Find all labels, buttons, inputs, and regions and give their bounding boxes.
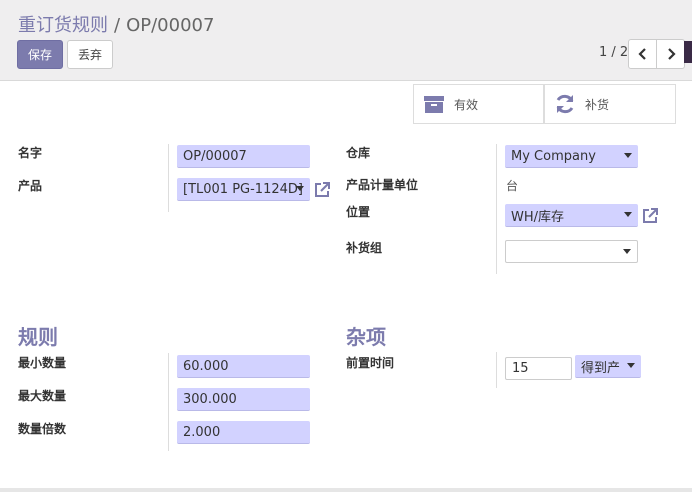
field-divider — [496, 352, 497, 388]
replenishment-group-label: 补货组 — [346, 241, 383, 255]
product-value: [TL001 PG-1124D] — [183, 181, 303, 197]
location-select[interactable]: WH/库存 — [505, 204, 638, 227]
breadcrumb-separator: / — [114, 15, 121, 36]
caret-down-icon — [624, 153, 632, 158]
sheet-bottom-divider — [0, 488, 692, 492]
external-link-icon[interactable] — [313, 181, 331, 199]
max-qty-field[interactable]: 300.000 — [177, 388, 310, 411]
uom-label: 产品计量单位 — [346, 178, 419, 192]
caret-down-icon — [627, 363, 635, 368]
form-sheet — [0, 80, 692, 490]
lead-type-select[interactable]: 得到产 — [575, 355, 641, 378]
replenish-label: 补货 — [585, 97, 610, 112]
field-divider — [496, 144, 497, 274]
caret-down-icon — [623, 249, 631, 254]
location-value: WH/库存 — [511, 209, 565, 225]
misc-section-title: 杂项 — [346, 325, 386, 349]
warehouse-select[interactable]: My Company — [505, 145, 638, 168]
replenishment-group-select[interactable] — [505, 240, 638, 263]
replenish-button[interactable]: 补货 — [544, 84, 676, 124]
caret-down-icon — [624, 212, 632, 217]
chevron-left-icon — [637, 48, 646, 60]
warehouse-label: 仓库 — [346, 146, 371, 160]
breadcrumb-parent-link[interactable]: 重订货规则 — [18, 15, 108, 36]
external-link-icon[interactable] — [641, 207, 659, 225]
qty-multiple-field[interactable]: 2.000 — [177, 421, 310, 444]
save-button[interactable]: 保存 — [17, 40, 63, 69]
warehouse-value: My Company — [511, 148, 596, 164]
pager-value: 1 / 2 — [599, 45, 629, 60]
name-label: 名字 — [18, 146, 43, 160]
discard-button[interactable]: 丢弃 — [67, 40, 113, 69]
chevron-right-icon — [667, 48, 676, 60]
max-qty-label: 最大数量 — [18, 389, 67, 403]
pager-previous-button[interactable] — [628, 39, 657, 69]
refresh-icon — [545, 85, 585, 123]
name-field[interactable]: OP/00007 — [177, 145, 310, 168]
product-label: 产品 — [18, 179, 43, 193]
lead-days-field[interactable]: 15 — [505, 357, 572, 380]
lead-time-label: 前置时间 — [346, 356, 395, 370]
min-qty-label: 最小数量 — [18, 356, 67, 370]
active-label: 有效 — [454, 97, 479, 112]
uom-value: 台 — [506, 179, 519, 193]
breadcrumb-current: OP/00007 — [126, 15, 215, 36]
location-label: 位置 — [346, 205, 371, 219]
field-divider — [168, 144, 169, 212]
active-toggle-button[interactable]: 有效 — [413, 84, 544, 124]
archive-icon — [414, 85, 454, 123]
pager-next-button[interactable] — [656, 39, 685, 69]
field-divider — [168, 353, 169, 451]
breadcrumb: 重订货规则 / OP/00007 — [18, 11, 214, 37]
qty-multiple-label: 数量倍数 — [18, 422, 67, 436]
min-qty-field[interactable]: 60.000 — [177, 355, 310, 378]
product-select[interactable]: [TL001 PG-1124D] — [177, 178, 310, 201]
rules-section-title: 规则 — [18, 325, 58, 349]
caret-down-icon — [296, 186, 304, 191]
app-switcher-icon[interactable] — [684, 41, 692, 63]
lead-type-value: 得到产 — [581, 360, 621, 376]
